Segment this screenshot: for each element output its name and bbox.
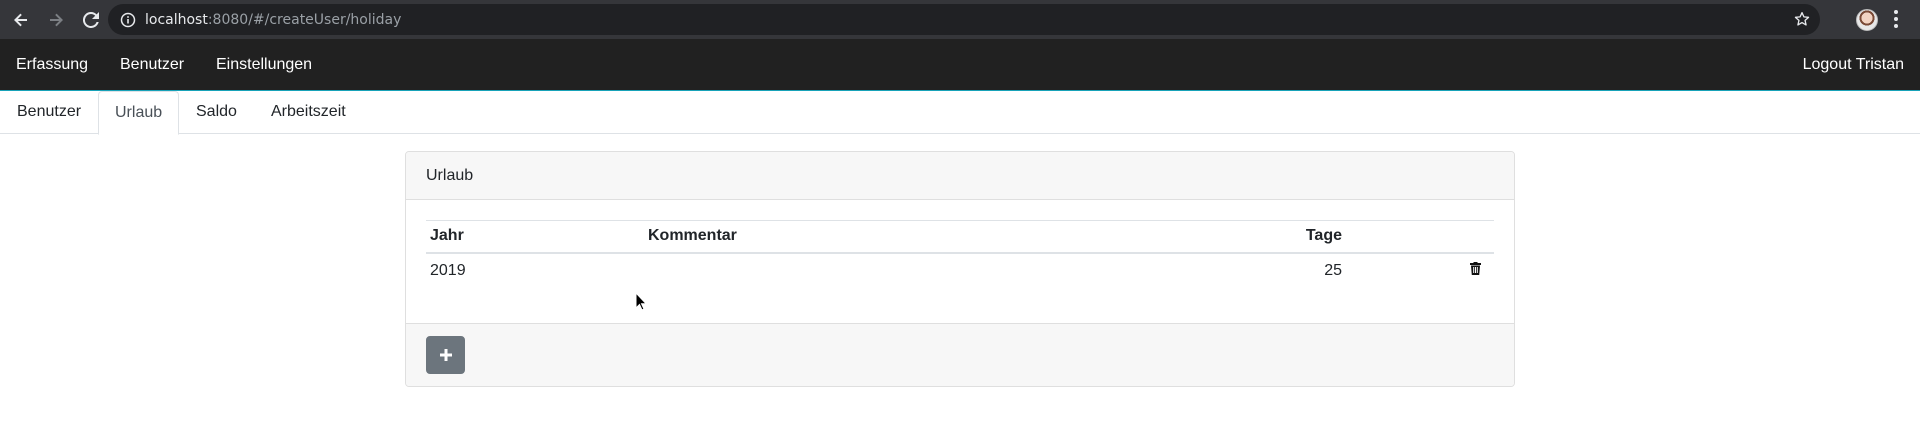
tab-saldo[interactable]: Saldo bbox=[180, 91, 253, 134]
plus-icon bbox=[439, 349, 452, 361]
cell-kommentar bbox=[644, 253, 1168, 288]
tab-benutzer[interactable]: Benutzer bbox=[1, 91, 97, 134]
card-title: Urlaub bbox=[406, 152, 1514, 200]
card-footer bbox=[406, 323, 1514, 386]
column-header-kommentar: Kommentar bbox=[644, 220, 1168, 254]
cell-jahr: 2019 bbox=[430, 261, 466, 279]
reload-icon[interactable] bbox=[78, 7, 104, 33]
info-icon[interactable] bbox=[120, 12, 136, 28]
holiday-card: Urlaub Jahr Kommentar Tage 2019 25 bbox=[405, 151, 1515, 387]
column-header-actions bbox=[1346, 220, 1494, 254]
back-icon[interactable] bbox=[8, 7, 34, 33]
address-bar[interactable]: localhost:8080/#/createUser/holiday bbox=[108, 4, 1820, 35]
star-icon[interactable] bbox=[1794, 11, 1810, 27]
column-header-tage: Tage bbox=[1168, 220, 1346, 254]
holiday-table: Jahr Kommentar Tage 2019 25 bbox=[426, 220, 1494, 288]
tab-bar: Benutzer Urlaub Saldo Arbeitszeit bbox=[0, 91, 1920, 135]
cell-tage: 25 bbox=[1324, 261, 1342, 279]
url-text: localhost:8080/#/createUser/holiday bbox=[145, 11, 402, 28]
browser-toolbar: localhost:8080/#/createUser/holiday bbox=[0, 0, 1920, 39]
kebab-menu-icon[interactable] bbox=[1894, 10, 1898, 31]
card-body: Jahr Kommentar Tage 2019 25 bbox=[406, 200, 1514, 324]
table-header-row: Jahr Kommentar Tage bbox=[426, 220, 1494, 254]
logout-link[interactable]: Logout Tristan bbox=[1803, 56, 1904, 74]
column-header-jahr: Jahr bbox=[426, 220, 644, 254]
app-navbar: Erfassung Benutzer Einstellungen Logout … bbox=[0, 39, 1920, 91]
cell-actions bbox=[1346, 253, 1494, 288]
add-holiday-button[interactable] bbox=[426, 336, 465, 374]
mouse-cursor-icon bbox=[635, 292, 647, 311]
table-row: 2019 25 bbox=[426, 253, 1494, 288]
tab-arbeitszeit[interactable]: Arbeitszeit bbox=[255, 91, 362, 134]
nav-item-einstellungen[interactable]: Einstellungen bbox=[216, 56, 312, 74]
tab-urlaub[interactable]: Urlaub bbox=[98, 91, 180, 135]
nav-item-erfassung[interactable]: Erfassung bbox=[16, 56, 88, 74]
forward-icon[interactable] bbox=[43, 7, 69, 33]
nav-item-benutzer[interactable]: Benutzer bbox=[120, 56, 184, 74]
profile-avatar[interactable] bbox=[1856, 9, 1878, 31]
trash-icon[interactable] bbox=[1470, 261, 1481, 275]
